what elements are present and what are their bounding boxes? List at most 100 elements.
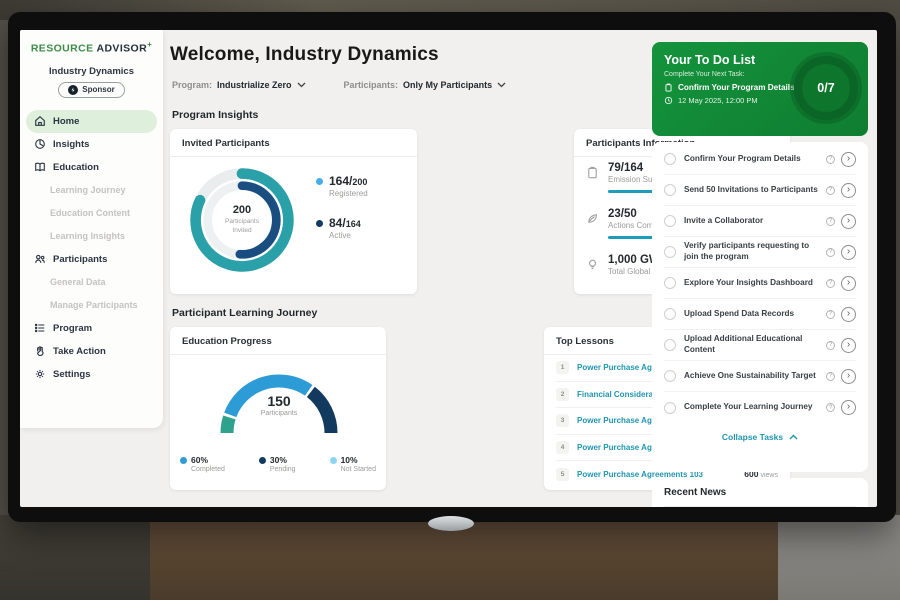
info-icon[interactable]: ? [826,155,835,164]
todo-item[interactable]: Confirm Your Program Details ? › [664,144,856,175]
active-denominator: 164 [346,219,361,229]
chevron-right-icon[interactable]: › [841,369,856,384]
lesson-rank: 1 [556,361,569,374]
sidebar-item-program[interactable]: Program [20,317,163,340]
chevron-right-icon[interactable]: › [841,245,856,260]
todo-item[interactable]: Upload Spend Data Records ? › [664,299,856,330]
sidebar-item-participants[interactable]: Participants [20,248,163,271]
info-icon[interactable]: ? [826,372,835,381]
invited-participants-card: Invited Participants 200 Participants In… [170,129,417,294]
todo-item-label: Explore Your Insights Dashboard [684,278,822,289]
lesson-rank: 3 [556,414,569,427]
card-title: Education Progress [170,327,386,355]
sidebar-item-insights[interactable]: Insights [20,133,163,156]
checkbox[interactable] [664,246,676,258]
sidebar-item-label: Learning Journey [50,185,126,195]
logo-plus: + [147,40,152,49]
gear-icon [34,368,46,380]
todo-item[interactable]: Send 50 Invitations to Participants ? › [664,175,856,206]
registered-denominator: 200 [352,177,367,187]
todo-item-label: Send 50 Invitations to Participants [684,185,822,196]
info-icon[interactable]: ? [826,248,835,257]
education-gauge-chart: 150 Participants [204,357,354,442]
legend-registered: 164/200 Registered [316,174,368,198]
card-title: Invited Participants [170,129,417,157]
checkbox[interactable] [664,339,676,351]
sidebar-item-home[interactable]: Home [26,110,157,133]
chevron-right-icon[interactable]: › [841,214,856,229]
checkbox[interactable] [664,402,676,414]
todo-due-date: 12 May 2025, 12:00 PM [678,96,758,105]
sidebar-item-learning-journey[interactable]: Learning Journey [20,179,163,202]
sidebar-item-label: Manage Participants [50,300,138,310]
sidebar-item-take-action[interactable]: Take Action [20,340,163,363]
gauge-total: 150 [204,393,354,409]
legend-completed: 60% Completed [180,455,225,473]
sidebar-item-label: Program [53,323,92,334]
lesson-rank: 2 [556,388,569,401]
legend-active: 84/164 Active [316,216,368,240]
info-icon[interactable]: ? [826,403,835,412]
chevron-right-icon[interactable]: › [841,338,856,353]
gauge-caption: Participants [204,410,354,417]
info-icon[interactable]: ? [826,279,835,288]
chevron-right-icon[interactable]: › [841,183,856,198]
info-icon[interactable]: ? [826,341,835,350]
donut-center-label: 200 Participants Invited [184,162,300,278]
clipboard-icon [664,83,673,92]
active-dot [316,220,323,227]
todo-item[interactable]: Invite a Collaborator ? › [664,206,856,237]
todo-item[interactable]: Verify participants requesting to join t… [664,237,856,268]
sidebar-item-general-data[interactable]: General Data [20,271,163,294]
collapse-tasks-link[interactable]: Collapse Tasks [664,423,856,451]
chevron-right-icon[interactable]: › [841,400,856,415]
info-icon[interactable]: ? [826,310,835,319]
todo-item[interactable]: Explore Your Insights Dashboard ? › [664,268,856,299]
todo-item-label: Upload Additional Educational Content [684,334,822,355]
checkbox[interactable] [664,215,676,227]
participants-filter-value: Only My Participants [403,80,492,90]
logo-advisor: ADVISOR [96,43,147,55]
invited-total-caption-2: Invited [225,227,259,236]
checkbox[interactable] [664,370,676,382]
todo-item[interactable]: Complete Your Learning Journey ? › [664,392,856,423]
info-icon[interactable]: ? [826,217,835,226]
education-progress-card: Education Progress 150 Participants 60% … [170,327,386,490]
sidebar-item-manage-participants[interactable]: Manage Participants [20,294,163,317]
sidebar: RESOURCE ADVISOR+ Industry Dynamics Spon… [20,30,163,428]
program-filter[interactable]: Program: Industrialize Zero [172,80,306,90]
chevron-right-icon[interactable]: › [841,276,856,291]
checkbox[interactable] [664,277,676,289]
checkbox[interactable] [664,153,676,165]
todo-item-label: Confirm Your Program Details [684,154,822,165]
list-icon [34,322,46,334]
participants-icon [34,253,46,265]
sidebar-item-learning-insights[interactable]: Learning Insights [20,225,163,248]
sidebar-item-education-content[interactable]: Education Content [20,202,163,225]
checkbox[interactable] [664,184,676,196]
gauge-legend: 60% Completed 30% Pending 10% Not Starte… [180,455,376,473]
active-label: Active [329,231,368,240]
book-icon [34,161,46,173]
pending-value: 30% [270,455,296,465]
sidebar-item-education[interactable]: Education [20,156,163,179]
completed-dot [180,457,187,464]
todo-item[interactable]: Achieve One Sustainability Target ? › [664,361,856,392]
not-started-label: Not Started [341,466,376,473]
donut-legend: 164/200 Registered 84/164 Active [316,174,368,258]
info-icon[interactable]: ? [826,186,835,195]
checkbox[interactable] [664,308,676,320]
page-title: Welcome, Industry Dynamics [170,44,439,66]
chevron-right-icon[interactable]: › [841,152,856,167]
invited-total-caption-1: Participants [225,218,259,227]
chevron-right-icon[interactable]: › [841,307,856,322]
registered-label: Registered [329,189,368,198]
participants-filter[interactable]: Participants: Only My Participants [344,80,507,90]
insights-icon [34,138,46,150]
section-title: Program Insights [172,109,258,121]
chevron-down-icon [497,82,506,88]
todo-item[interactable]: Upload Additional Educational Content ? … [664,330,856,361]
sidebar-item-label: General Data [50,277,106,287]
todo-hero-panel: Your To Do List Complete Your Next Task:… [652,42,868,136]
sidebar-item-settings[interactable]: Settings [20,363,163,386]
